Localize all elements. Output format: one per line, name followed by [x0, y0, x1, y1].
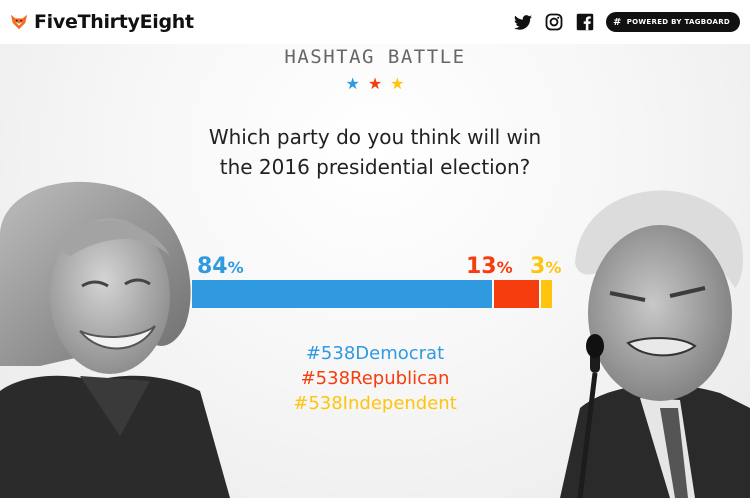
percent-sign: % — [496, 258, 513, 277]
democrat-bar-segment — [192, 280, 495, 308]
percent-value: 13 — [466, 254, 497, 279]
percent-sign: % — [227, 258, 244, 277]
page-heading: HASHTAG BATTLE — [284, 46, 466, 68]
brand-name: FiveThirtyEight — [34, 11, 194, 33]
hashtag-democrat[interactable]: #538Democrat — [0, 341, 750, 366]
independent-bar-segment — [541, 280, 552, 308]
results-bar — [192, 280, 552, 308]
brand-link[interactable]: FiveThirtyEight — [10, 11, 194, 33]
democrat-percent: 84% — [197, 255, 244, 280]
twitter-icon[interactable] — [513, 13, 532, 32]
hashtag-republican[interactable]: #538Republican — [0, 366, 750, 391]
candidate-photo-right — [560, 190, 750, 498]
hashtag-icon: # — [613, 16, 622, 28]
percent-value: 3 — [530, 254, 546, 279]
republican-bar-segment — [494, 280, 542, 308]
percent-sign: % — [545, 258, 562, 277]
fox-logo-icon — [10, 14, 28, 30]
candidate-photo-left — [0, 181, 230, 498]
hashtag-independent[interactable]: #538Independent — [0, 391, 750, 416]
instagram-icon[interactable] — [544, 13, 563, 32]
republican-percent: 13% — [466, 255, 513, 280]
question-line: Which party do you think will win — [208, 125, 542, 149]
independent-percent: 3% — [530, 255, 561, 280]
percent-value: 84 — [197, 254, 228, 279]
facebook-icon[interactable] — [575, 13, 594, 32]
tagboard-label: POWERED BY TAGBOARD — [626, 18, 730, 26]
hashtag-list: #538Democrat #538Republican #538Independ… — [0, 341, 750, 416]
star-icon: ★ — [390, 74, 405, 93]
tagboard-badge[interactable]: # POWERED BY TAGBOARD — [606, 12, 740, 32]
star-icon: ★ — [345, 74, 360, 93]
star-icon: ★ — [367, 74, 383, 93]
stars-row: ★ ★ ★ — [0, 76, 750, 92]
social-links: # POWERED BY TAGBOARD — [513, 12, 740, 32]
top-bar: FiveThirtyEight # POWERED BY TAGBOARD — [0, 0, 750, 44]
